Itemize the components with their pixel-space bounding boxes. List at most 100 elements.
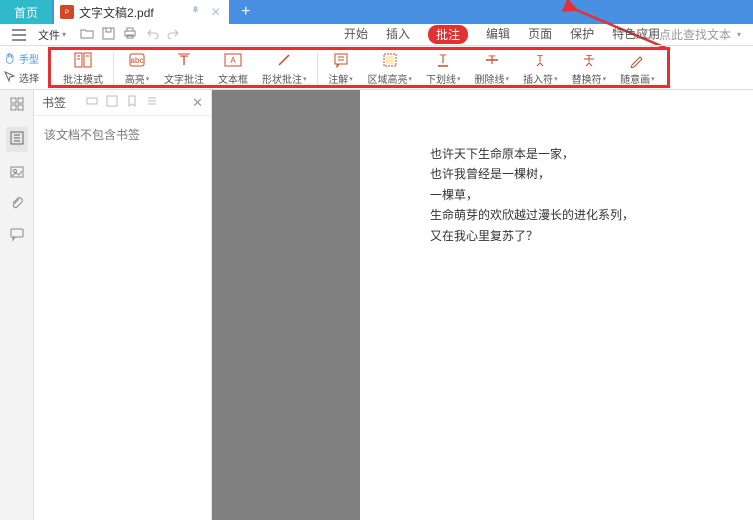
tab-home-label: 首页 <box>14 4 38 21</box>
area-highlight-label: 区域高亮 <box>368 71 408 86</box>
bookmark-tool-icons <box>86 95 158 110</box>
pin-tab-icon[interactable] <box>190 5 201 19</box>
tab-document-label: 文字文稿2.pdf <box>79 4 154 21</box>
file-menu[interactable]: 文件 ▾ <box>34 25 70 45</box>
doc-line: 又在我心里复苏了？ <box>430 226 689 246</box>
hand-tool-label: 手型 <box>19 51 39 66</box>
tab-insert[interactable]: 插入 <box>386 25 410 44</box>
tab-annotate[interactable]: 批注 <box>428 25 468 44</box>
bookmark-panel: 书签 ✕ 该文档不包含书签 <box>34 90 212 520</box>
shape-annotate-button[interactable]: 形状批注▾ <box>256 51 313 86</box>
highlight-button[interactable]: abc 高亮▾ <box>118 51 156 86</box>
separator <box>113 53 114 85</box>
text-annotate-icon: T <box>176 51 192 69</box>
chevron-down-icon: ▾ <box>62 30 66 39</box>
svg-text:P: P <box>65 10 69 16</box>
tab-document[interactable]: P 文字文稿2.pdf ✕ <box>54 0 229 24</box>
chevron-down-icon: ▾ <box>554 75 558 83</box>
attachments-icon[interactable] <box>9 195 25 214</box>
print-icon[interactable] <box>123 27 137 43</box>
bookmark-empty-text: 该文档不包含书签 <box>34 116 211 153</box>
add-bookmark-icon[interactable] <box>126 95 138 110</box>
search-icon <box>643 29 655 41</box>
bookmark-menu-icon[interactable] <box>146 95 158 110</box>
chevron-down-icon: ▾ <box>506 75 510 83</box>
quick-access-toolbar <box>80 27 181 43</box>
search-placeholder: 点此查找文本 <box>659 26 731 43</box>
page-gutter <box>212 90 360 520</box>
svg-text:abc: abc <box>131 56 144 65</box>
annotate-ribbon: 批注模式 abc 高亮▾ T 文字批注 A 文本框 形状批注▾ 注解▾ 区域高亮… <box>48 47 670 88</box>
close-tab-icon[interactable]: ✕ <box>211 5 221 19</box>
insert-mark-label: 插入符 <box>523 71 553 86</box>
annotation-mode-button[interactable]: 批注模式 <box>57 51 109 86</box>
save-icon[interactable] <box>102 27 115 43</box>
strikethrough-icon: T <box>484 51 500 69</box>
bookmark-header: 书签 ✕ <box>34 90 211 116</box>
collapse-icon[interactable] <box>86 95 98 110</box>
note-button[interactable]: 注解▾ <box>322 51 360 86</box>
thumbnails-icon[interactable] <box>9 96 25 115</box>
annotation-mode-label: 批注模式 <box>63 71 103 86</box>
underline-label: 下划线 <box>426 71 456 86</box>
pdf-icon: P <box>60 5 74 19</box>
hand-icon <box>4 52 16 64</box>
replace-mark-button[interactable]: T 替换符▾ <box>566 51 613 86</box>
open-icon[interactable] <box>80 27 94 43</box>
cursor-tools: 手型 选择 <box>0 46 48 89</box>
comments-icon[interactable] <box>9 226 25 245</box>
highlight-icon: abc <box>128 51 146 69</box>
undo-icon[interactable] <box>145 27 159 43</box>
strikethrough-button[interactable]: T 删除线▾ <box>469 51 516 86</box>
ribbon-row: 手型 选择 批注模式 abc 高亮▾ T 文字批注 A 文本框 形状批注▾ <box>0 46 753 90</box>
app-menu-button[interactable] <box>8 27 30 43</box>
doc-line: 也许我曾经是一棵树， <box>430 164 689 184</box>
svg-text:T: T <box>440 52 448 66</box>
document-view[interactable]: 也许天下生命原本是一家， 也许我曾经是一棵树， 一棵草， 生命萌芽的欢欣越过漫长… <box>360 90 753 520</box>
note-icon <box>333 51 349 69</box>
shape-icon <box>276 51 292 69</box>
tab-edit[interactable]: 编辑 <box>486 25 510 44</box>
select-tool[interactable]: 选择 <box>4 70 44 85</box>
tab-controls: ✕ <box>190 5 221 19</box>
replace-mark-icon: T <box>581 51 597 69</box>
side-strip <box>0 90 34 520</box>
redo-icon[interactable] <box>167 27 181 43</box>
svg-text:A: A <box>230 56 236 65</box>
tab-home[interactable]: 首页 <box>0 0 52 24</box>
doc-line: 一棵草， <box>430 185 689 205</box>
textbox-icon: A <box>224 51 242 69</box>
plus-icon: + <box>241 3 250 21</box>
bookmarks-icon[interactable] <box>6 127 28 152</box>
expand-icon[interactable] <box>106 95 118 110</box>
search-box[interactable]: 点此查找文本 ▾ <box>643 26 741 43</box>
cursor-icon <box>4 71 16 83</box>
insert-mark-icon: T <box>532 51 548 69</box>
file-menu-label: 文件 <box>38 27 60 43</box>
tab-page[interactable]: 页面 <box>528 25 552 44</box>
underline-button[interactable]: T 下划线▾ <box>420 51 467 86</box>
separator <box>317 53 318 85</box>
main-area: 书签 ✕ 该文档不包含书签 也许天下生命原本是一家， 也许我曾经是一棵树， 一棵… <box>0 90 753 520</box>
chevron-down-icon: ▾ <box>409 75 413 83</box>
hand-tool[interactable]: 手型 <box>4 51 44 66</box>
doc-line: 生命萌芽的欢欣越过漫长的进化系列， <box>430 205 689 225</box>
close-panel-icon[interactable]: ✕ <box>192 95 203 111</box>
images-panel-icon[interactable] <box>9 164 25 183</box>
text-annotate-label: 文字批注 <box>164 71 204 86</box>
titlebar: 首页 P 文字文稿2.pdf ✕ + <box>0 0 753 24</box>
textbox-button[interactable]: A 文本框 <box>212 51 254 86</box>
tab-start[interactable]: 开始 <box>344 25 368 44</box>
bookmark-title: 书签 <box>42 94 66 111</box>
text-annotate-button[interactable]: T 文字批注 <box>158 51 210 86</box>
freehand-button[interactable]: 随意画▾ <box>614 51 661 86</box>
pencil-icon <box>629 51 645 69</box>
page: 也许天下生命原本是一家， 也许我曾经是一棵树， 一棵草， 生命萌芽的欢欣越过漫长… <box>360 90 753 520</box>
insert-mark-button[interactable]: T 插入符▾ <box>517 51 564 86</box>
area-highlight-button[interactable]: 区域高亮▾ <box>362 51 419 86</box>
shape-annotate-label: 形状批注 <box>262 71 302 86</box>
new-tab-button[interactable]: + <box>235 0 257 24</box>
note-label: 注解 <box>328 71 348 86</box>
tab-protect[interactable]: 保护 <box>570 25 594 44</box>
highlight-label: 高亮 <box>125 71 145 86</box>
